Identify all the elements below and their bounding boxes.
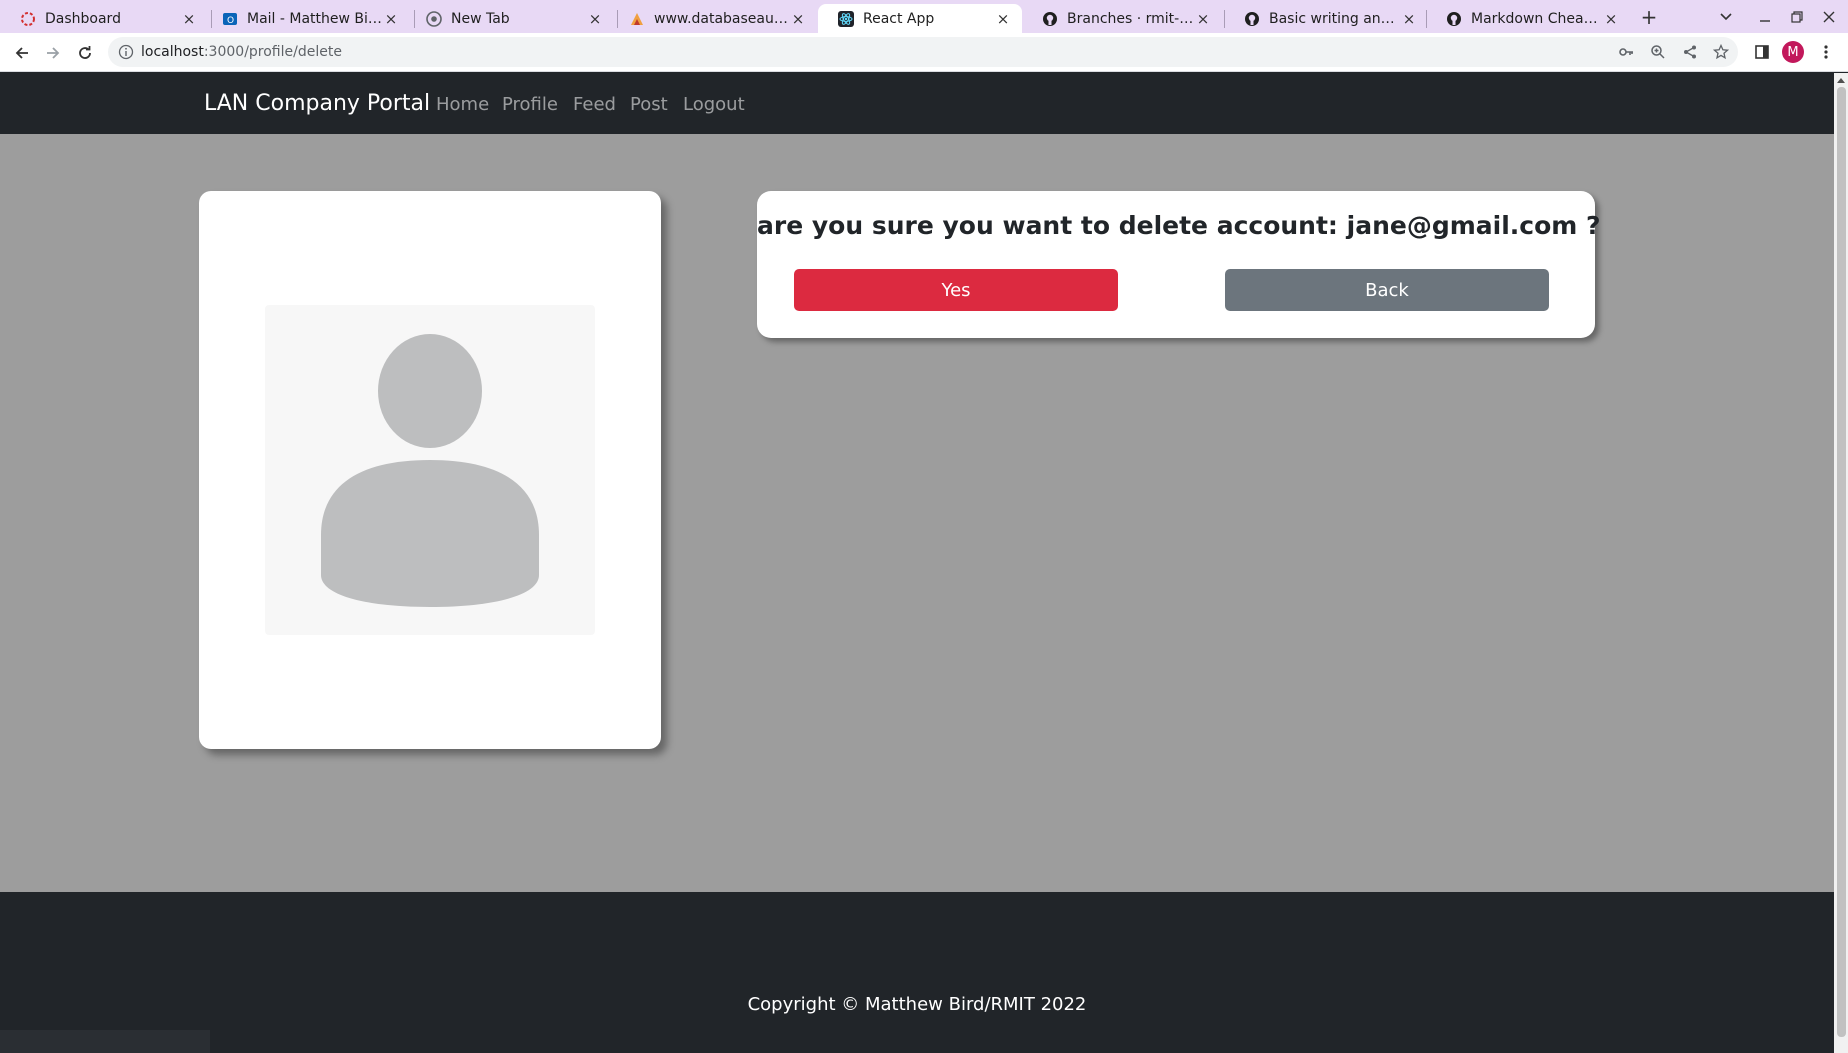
- browser-tab[interactable]: Branches · rmit-fwp ×: [1022, 4, 1222, 33]
- close-tab-icon[interactable]: ×: [994, 10, 1012, 28]
- github-icon: [1446, 11, 1462, 27]
- browser-tab[interactable]: Basic writing and formatting ×: [1224, 4, 1428, 33]
- address-bar[interactable]: localhost:3000/profile/delete: [108, 37, 1738, 67]
- tab-title: www.databaseaustralia.com: [654, 10, 789, 27]
- browser-tab[interactable]: New Tab ×: [406, 4, 614, 33]
- profile-avatar[interactable]: M: [1782, 41, 1804, 63]
- copyright-text: Copyright © Matthew Bird/RMIT 2022: [747, 994, 1087, 1015]
- browser-tab[interactable]: www.databaseaustralia.com ×: [609, 4, 817, 33]
- account-email: jane@gmail.com: [1346, 211, 1578, 240]
- chrome-icon: [426, 10, 442, 27]
- nav-link-home[interactable]: Home: [436, 94, 489, 115]
- browser-tab[interactable]: O Mail - Matthew Bird - Outlook ×: [202, 4, 410, 33]
- browser-tab-active[interactable]: React App ×: [818, 4, 1022, 33]
- tab-title: Mail - Matthew Bird - Outlook: [247, 10, 382, 27]
- question-suffix: ?: [1577, 211, 1601, 240]
- forward-arrow-icon[interactable]: [39, 39, 67, 67]
- password-key-icon[interactable]: [1616, 42, 1636, 62]
- outlook-icon: O: [222, 11, 238, 27]
- minimize-window-icon[interactable]: [1752, 4, 1778, 30]
- browser-menu-icon[interactable]: [1814, 40, 1838, 64]
- react-icon: [838, 10, 854, 27]
- nav-link-feed[interactable]: Feed: [573, 94, 616, 115]
- tab-title: Dashboard: [45, 10, 121, 27]
- default-avatar-image: [265, 305, 595, 635]
- svg-text:O: O: [227, 16, 234, 26]
- page-viewport: LAN Company Portal Home Profile Feed Pos…: [0, 73, 1848, 1053]
- scroll-up-arrow-icon[interactable]: [1834, 73, 1848, 87]
- delete-confirm-question: are you sure you want to delete account:…: [757, 211, 1601, 240]
- browser-tab-strip: Dashboard × O Mail - Matthew Bird - Outl…: [0, 0, 1848, 33]
- github-icon: [1042, 11, 1058, 27]
- profile-card: [199, 191, 661, 749]
- status-bubble: [0, 1030, 210, 1053]
- tab-title: Markdown Cheatsheet: [1471, 10, 1602, 27]
- back-button[interactable]: Back: [1225, 269, 1549, 311]
- site-footer: Copyright © Matthew Bird/RMIT 2022: [0, 892, 1834, 1053]
- database-site-icon: [629, 11, 645, 27]
- close-tab-icon[interactable]: ×: [1400, 10, 1418, 28]
- main-content: are you sure you want to delete account:…: [0, 134, 1834, 892]
- browser-tab[interactable]: Dashboard ×: [0, 4, 208, 33]
- site-navbar: LAN Company Portal Home Profile Feed Pos…: [0, 73, 1834, 134]
- scrollbar-thumb[interactable]: [1837, 87, 1846, 1037]
- github-icon: [1244, 11, 1260, 27]
- browser-toolbar: localhost:3000/profile/delete: [0, 33, 1848, 72]
- browser-tab[interactable]: Markdown Cheatsheet ×: [1426, 4, 1630, 33]
- address-url[interactable]: localhost:3000/profile/delete: [141, 44, 342, 60]
- new-tab-plus-icon[interactable]: +: [1636, 4, 1662, 30]
- back-arrow-icon[interactable]: [8, 39, 36, 67]
- close-tab-icon[interactable]: ×: [789, 10, 807, 28]
- reload-icon[interactable]: [71, 39, 99, 67]
- user-silhouette-icon: [321, 334, 539, 607]
- close-tab-icon[interactable]: ×: [586, 10, 604, 28]
- zoom-icon[interactable]: [1648, 42, 1668, 62]
- restore-window-icon[interactable]: [1784, 4, 1810, 30]
- question-prefix: are you sure you want to delete account:: [757, 211, 1347, 240]
- tab-title: Basic writing and formatting: [1269, 10, 1400, 27]
- close-tab-icon[interactable]: ×: [382, 10, 400, 28]
- tab-search-chevron-icon[interactable]: [1713, 4, 1739, 30]
- delete-confirm-card: are you sure you want to delete account:…: [757, 191, 1601, 338]
- tab-title: React App: [863, 10, 935, 27]
- close-tab-icon[interactable]: ×: [180, 10, 198, 28]
- tab-title: Branches · rmit-fwp: [1067, 10, 1194, 27]
- close-window-icon[interactable]: [1816, 4, 1842, 30]
- nav-link-profile[interactable]: Profile: [502, 94, 558, 115]
- site-info-icon[interactable]: [118, 44, 134, 64]
- nav-link-post[interactable]: Post: [630, 94, 668, 115]
- nav-link-logout[interactable]: Logout: [683, 94, 745, 115]
- bookmark-star-icon[interactable]: [1711, 42, 1731, 62]
- close-tab-icon[interactable]: ×: [1602, 10, 1620, 28]
- share-icon[interactable]: [1680, 42, 1700, 62]
- tab-title: New Tab: [451, 10, 510, 27]
- confirm-delete-yes-button[interactable]: Yes: [794, 269, 1118, 311]
- side-panel-icon[interactable]: [1750, 40, 1774, 64]
- page-scrollbar[interactable]: [1834, 73, 1848, 1053]
- url-path: :3000/profile/delete: [203, 44, 342, 60]
- url-host: localhost: [141, 44, 204, 60]
- dashboard-favicon-icon: [20, 11, 36, 27]
- site-brand[interactable]: LAN Company Portal: [204, 91, 430, 116]
- close-tab-icon[interactable]: ×: [1194, 10, 1212, 28]
